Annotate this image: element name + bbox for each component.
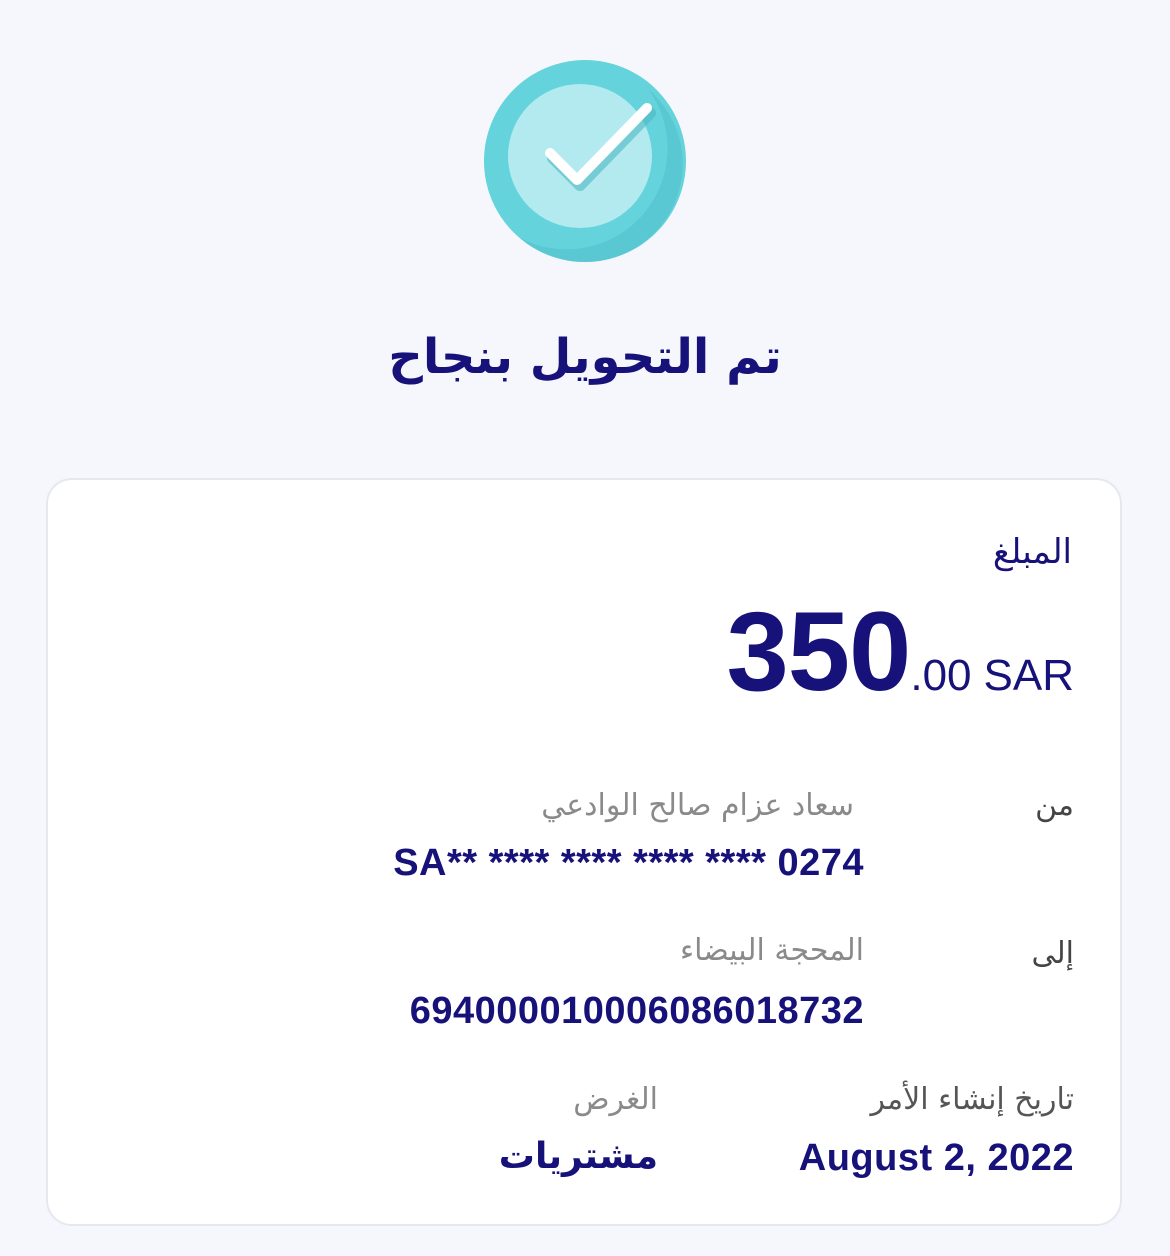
date-value: August 2, 2022	[798, 1137, 1074, 1179]
purpose-value: مشتريات	[498, 1136, 658, 1177]
purpose-label: الغرض	[573, 1082, 658, 1117]
transfer-details-card: المبلغ 350.00 SAR من سعاد عزام صالح الواد…	[46, 478, 1122, 1226]
page-title: تم التحويل بنجاح	[388, 329, 782, 385]
amount-decimal: .00	[910, 651, 972, 700]
date-label: تاريخ إنشاء الأمر	[870, 1082, 1074, 1117]
from-label: من	[1035, 788, 1074, 823]
to-label: إلى	[1031, 936, 1074, 971]
amount-currency: SAR	[983, 651, 1074, 700]
from-account: SA** **** **** **** **** 0274	[393, 842, 864, 884]
amount-label: المبلغ	[992, 532, 1072, 572]
to-account: 694000010006086018732	[409, 990, 864, 1032]
check-circle-icon	[484, 60, 686, 262]
amount-integer: 350	[726, 589, 911, 714]
amount-value: 350.00 SAR	[726, 592, 1074, 736]
from-name: سعاد عزام صالح الوادعي	[541, 788, 854, 823]
to-name: المحجة البيضاء	[679, 933, 864, 968]
